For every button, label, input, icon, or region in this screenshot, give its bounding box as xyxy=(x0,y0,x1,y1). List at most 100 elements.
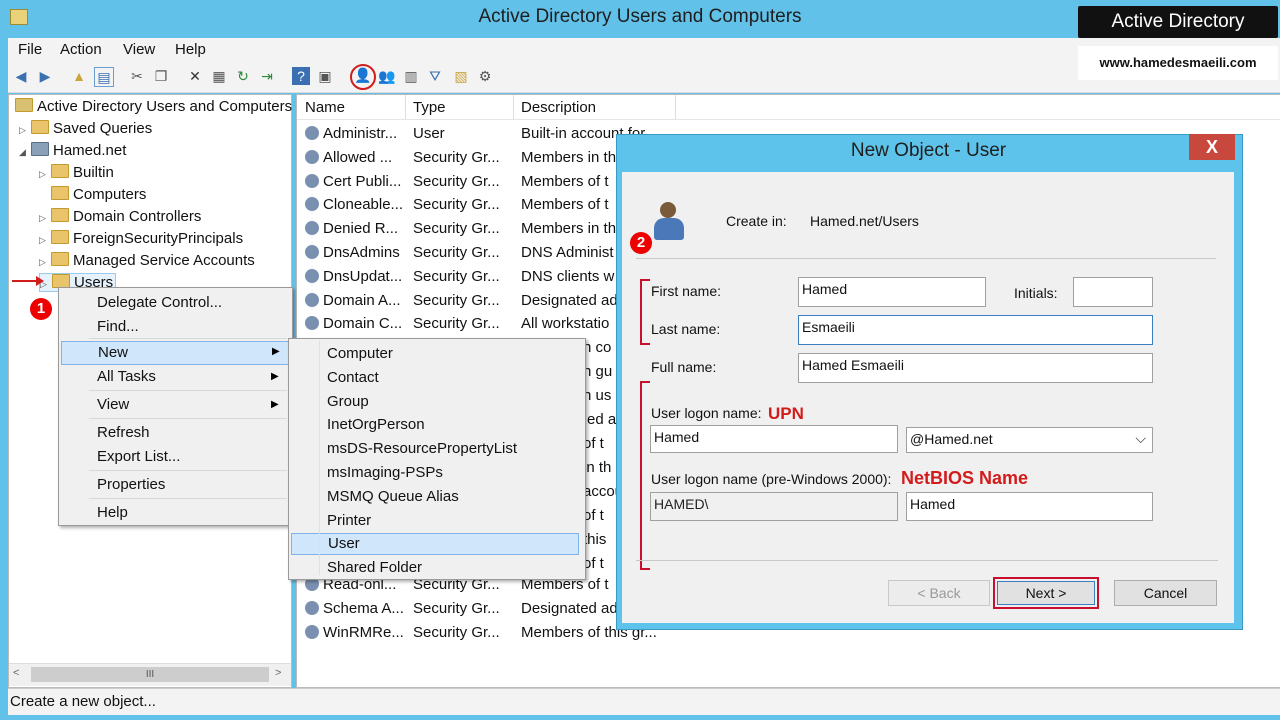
table-row[interactable]: Domain A... xyxy=(305,292,401,309)
table-row[interactable]: Allowed ... xyxy=(305,149,392,166)
submenu-item-group[interactable]: Group xyxy=(327,393,369,410)
delete-icon[interactable]: ✕ xyxy=(186,67,204,85)
menu-help[interactable]: Help xyxy=(175,41,206,58)
last-name-input[interactable]: Esmaeili xyxy=(798,315,1153,345)
forward-arrow-icon[interactable]: ▶ xyxy=(36,67,54,85)
tree-item-saved-queries[interactable]: ▷ Saved Queries xyxy=(19,120,152,137)
row-description: Designated ad xyxy=(521,600,618,617)
domain-suffix-value: @Hamed.net xyxy=(910,431,993,447)
initials-label: Initials: xyxy=(1014,285,1058,301)
find-icon[interactable]: ▧ xyxy=(452,67,470,85)
table-row[interactable]: Schema A... xyxy=(305,600,404,617)
tree-root-label: Active Directory Users and Computers xyxy=(37,98,293,115)
submenu-item-msds-resourcepropertylist[interactable]: msDS-ResourcePropertyList xyxy=(327,440,517,457)
table-row[interactable]: Cert Publi... xyxy=(305,173,401,190)
scroll-right-icon[interactable]: > xyxy=(275,667,281,679)
expand-icon[interactable]: ▷ xyxy=(39,235,51,246)
table-row[interactable]: Administr... xyxy=(305,125,397,142)
tree-hscrollbar[interactable]: < III > xyxy=(9,663,291,686)
table-row[interactable]: Domain C... xyxy=(305,315,402,332)
export-icon[interactable]: ⇥ xyxy=(258,67,276,85)
logon-bracket xyxy=(640,381,650,570)
tree-item-label: ForeignSecurityPrincipals xyxy=(73,230,244,247)
submenu-item-user[interactable]: User xyxy=(291,533,579,556)
close-button[interactable]: X xyxy=(1189,134,1235,160)
back-arrow-icon[interactable]: ◀ xyxy=(12,67,30,85)
logon-name-input[interactable]: Hamed xyxy=(650,425,898,453)
menu-view[interactable]: View xyxy=(123,41,155,58)
table-row[interactable]: Cloneable... xyxy=(305,196,403,213)
column-type[interactable]: Type xyxy=(413,99,446,116)
expand-icon[interactable]: ▷ xyxy=(39,169,51,180)
submenu-item-computer[interactable]: Computer xyxy=(327,345,393,362)
properties-icon[interactable]: ▦ xyxy=(210,67,228,85)
add-to-group-icon[interactable]: ⚙ xyxy=(476,67,494,85)
collapse-icon[interactable]: ◢ xyxy=(19,147,31,158)
table-row[interactable]: DnsAdmins xyxy=(305,244,400,261)
expand-icon[interactable]: ▷ xyxy=(39,257,51,268)
row-description-partial: n us xyxy=(583,387,612,404)
tree-item-foreign-security[interactable]: ▷ ForeignSecurityPrincipals xyxy=(39,230,243,247)
group-icon xyxy=(305,601,319,615)
refresh-icon[interactable]: ↻ xyxy=(234,67,252,85)
new-group-icon[interactable]: 👥 xyxy=(378,67,396,85)
menu-item-find[interactable]: Find... xyxy=(97,318,139,335)
tree-root[interactable]: Active Directory Users and Computers xyxy=(15,98,292,115)
tree-item-managed-service[interactable]: ▷ Managed Service Accounts xyxy=(39,252,255,269)
first-name-input[interactable]: Hamed xyxy=(798,277,986,307)
scroll-thumb[interactable]: III xyxy=(31,667,269,682)
upn-annotation: UPN xyxy=(768,404,804,423)
copy-icon[interactable]: ❐ xyxy=(152,67,170,85)
row-description-partial: n co xyxy=(583,339,612,356)
table-row[interactable]: DnsUpdat... xyxy=(305,268,402,285)
first-name-label: First name: xyxy=(651,283,722,299)
submenu-item-shared-folder[interactable]: Shared Folder xyxy=(327,559,422,576)
tree-item-domain-controllers[interactable]: ▷ Domain Controllers xyxy=(39,208,201,225)
new-user-icon[interactable]: 👤 xyxy=(350,64,376,90)
row-description-partial: of t xyxy=(583,435,604,452)
group-icon xyxy=(305,245,319,259)
help-icon[interactable]: ? xyxy=(292,67,310,85)
pre2000-logon-input[interactable]: Hamed xyxy=(906,492,1153,521)
scroll-left-icon[interactable]: < xyxy=(13,667,19,679)
table-row[interactable]: WinRMRe... xyxy=(305,624,404,641)
column-description[interactable]: Description xyxy=(521,99,596,116)
row-description: DNS Administ xyxy=(521,244,614,261)
submenu-item-msmq-queue-alias[interactable]: MSMQ Queue Alias xyxy=(327,488,459,505)
menu-item-help[interactable]: Help xyxy=(97,504,128,521)
tree-item-domain[interactable]: ◢ Hamed.net xyxy=(19,142,126,159)
show-tree-icon[interactable]: ▤ xyxy=(94,67,114,87)
menu-item-view[interactable]: View xyxy=(97,396,129,413)
cut-icon[interactable]: ✂ xyxy=(128,67,146,85)
column-name[interactable]: Name xyxy=(305,99,345,116)
submenu-item-inetorgperson[interactable]: InetOrgPerson xyxy=(327,416,425,433)
cancel-button[interactable]: Cancel xyxy=(1114,580,1217,606)
dialog-title: New Object - User xyxy=(850,140,1007,161)
menu-action[interactable]: Action xyxy=(60,41,102,58)
submenu-item-msimaging-psps[interactable]: msImaging-PSPs xyxy=(327,464,443,481)
tree-item-builtin[interactable]: ▷ Builtin xyxy=(39,164,114,181)
submenu-item-printer[interactable]: Printer xyxy=(327,512,371,529)
menu-item-properties[interactable]: Properties xyxy=(97,476,165,493)
up-folder-icon[interactable]: ▲ xyxy=(70,67,88,85)
arrow-line xyxy=(12,280,38,282)
expand-icon[interactable]: ▷ xyxy=(39,213,51,224)
menu-item-all-tasks[interactable]: All Tasks xyxy=(97,368,156,385)
table-row[interactable]: Denied R... xyxy=(305,220,398,237)
next-button[interactable]: Next > xyxy=(997,581,1095,605)
menu-item-refresh[interactable]: Refresh xyxy=(97,424,150,441)
new-ou-icon[interactable]: ▥ xyxy=(402,67,420,85)
expand-icon[interactable]: ▷ xyxy=(19,125,31,136)
domain-suffix-select[interactable]: @Hamed.net ⌵ xyxy=(906,427,1153,453)
full-name-input[interactable]: Hamed Esmaeili xyxy=(798,353,1153,383)
menu-file[interactable]: File xyxy=(18,41,42,58)
initials-input[interactable] xyxy=(1073,277,1153,307)
submenu-item-contact[interactable]: Contact xyxy=(327,369,379,386)
tree-item-computers[interactable]: Computers xyxy=(39,186,146,203)
menu-item-export[interactable]: Export List... xyxy=(97,448,180,465)
filter-icon[interactable]: ⛛ xyxy=(426,67,444,85)
menu-item-new[interactable]: New ▶ xyxy=(61,341,289,365)
menu-item-delegate[interactable]: Delegate Control... xyxy=(97,294,222,311)
console-icon[interactable]: ▣ xyxy=(316,67,334,85)
back-button[interactable]: < Back xyxy=(888,580,990,606)
